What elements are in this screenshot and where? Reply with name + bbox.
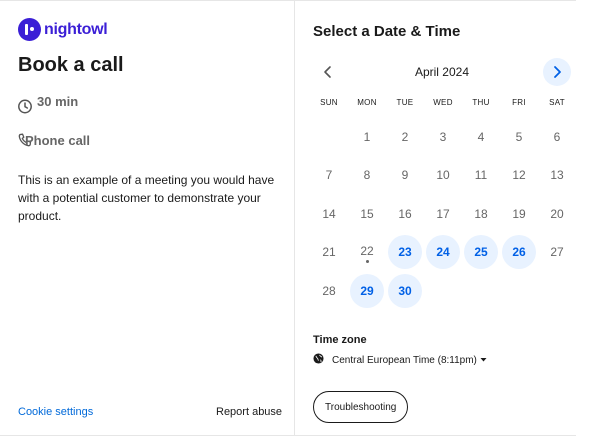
- calendar-day-number: 24: [436, 245, 450, 259]
- troubleshooting-button[interactable]: Troubleshooting: [313, 391, 409, 423]
- calendar-day-number: 8: [363, 168, 371, 182]
- calendar-day-27: 27: [540, 235, 574, 269]
- calendar-day-number: 4: [477, 130, 485, 144]
- calendar-day-number: 23: [398, 245, 412, 259]
- calendar-day-number: 19: [512, 207, 526, 221]
- calendar-day-number: 6: [553, 130, 561, 144]
- calendar-day-number: 28: [322, 284, 336, 298]
- event-duration: 30 min: [17, 94, 78, 114]
- booking-page: nightowl Book a call 30 min Phone call T…: [0, 0, 589, 437]
- calendar-day-16: 16: [388, 197, 422, 231]
- calendar-day-number: 22: [360, 244, 374, 258]
- calendar-day-15: 15: [350, 197, 384, 231]
- calendar-day-number: 18: [474, 207, 488, 221]
- calendar-day-30[interactable]: 30: [388, 274, 422, 308]
- calendar-day-number: 16: [398, 207, 412, 221]
- event-location: Phone call: [17, 132, 90, 148]
- calendar-day-5: 5: [502, 120, 536, 154]
- calendar-day-number: 5: [515, 130, 523, 144]
- cookie-settings-link[interactable]: Cookie settings: [18, 406, 93, 418]
- calendar-day-number: 21: [322, 245, 336, 259]
- calendar-day-24[interactable]: 24: [426, 235, 460, 269]
- calendar-day-number: 7: [325, 168, 333, 182]
- brand-name: nightowl: [44, 20, 108, 38]
- calendar-day-14: 14: [312, 197, 346, 231]
- calendar-day-number: 15: [360, 207, 374, 221]
- weekday-sat: SAT: [549, 98, 565, 107]
- event-title: Book a call: [18, 54, 124, 76]
- calendar-day-13: 13: [540, 158, 574, 192]
- calendar-day-22: 22: [350, 235, 384, 269]
- event-duration-text: 30 min: [37, 93, 79, 109]
- calendar-day-10: 10: [426, 158, 460, 192]
- calendar-day-number: 25: [474, 245, 488, 259]
- calendar-day-number: 1: [363, 130, 371, 144]
- calendar-day-number: 14: [322, 207, 336, 221]
- calendar-day-17: 17: [426, 197, 460, 231]
- event-details-panel: nightowl Book a call 30 min Phone call T…: [0, 1, 295, 435]
- weekday-wed: WED: [433, 98, 453, 107]
- calendar-day-18: 18: [464, 197, 498, 231]
- calendar-day-4: 4: [464, 120, 498, 154]
- calendar-day-number: 26: [512, 245, 526, 259]
- calendar-day-number: 30: [398, 284, 412, 298]
- calendar-day-number: 29: [360, 284, 374, 298]
- calendar-day-number: 20: [550, 207, 564, 221]
- calendar-day-2: 2: [388, 120, 422, 154]
- event-description: This is an example of a meeting you woul…: [18, 173, 275, 223]
- chevron-right-icon[interactable]: [543, 58, 571, 86]
- calendar-day-number: 10: [436, 168, 450, 182]
- weekday-thu: THU: [472, 98, 490, 107]
- calendar-day-26[interactable]: 26: [502, 235, 536, 269]
- calendar-day-11: 11: [464, 158, 498, 192]
- calendar-day-number: 11: [474, 168, 488, 182]
- event-location-text: Phone call: [25, 132, 91, 148]
- calendar-day-28: 28: [312, 274, 346, 308]
- calendar-day-number: 13: [550, 168, 564, 182]
- brand-logo[interactable]: nightowl: [18, 18, 108, 41]
- scheduler-heading: Select a Date & Time: [313, 23, 461, 40]
- month-navigation: April 2024: [296, 58, 576, 86]
- date-time-panel: Select a Date & Time April 2024 SUN MON TU…: [296, 1, 576, 435]
- caret-down-icon: [480, 355, 487, 366]
- timezone-label: Time zone: [313, 334, 367, 346]
- calendar-day-29[interactable]: 29: [350, 274, 384, 308]
- weekday-mon: MON: [357, 98, 377, 107]
- report-abuse-link[interactable]: Report abuse: [216, 406, 282, 418]
- weekday-tue: TUE: [396, 98, 414, 107]
- calendar-day-8: 8: [350, 158, 384, 192]
- calendar-day-number: 27: [550, 245, 564, 259]
- today-indicator: [366, 260, 369, 263]
- calendar-day-number: 2: [401, 130, 409, 144]
- timezone-value: Central European Time (8:11pm): [332, 354, 477, 366]
- globe-icon: [313, 353, 324, 367]
- timezone-select[interactable]: Central European Time (8:11pm): [313, 353, 487, 367]
- calendar-day-21: 21: [312, 235, 346, 269]
- calendar-day-25[interactable]: 25: [464, 235, 498, 269]
- calendar-day-1: 1: [350, 120, 384, 154]
- nightowl-logo-icon: [18, 18, 41, 41]
- calendar-day-number: 9: [401, 168, 409, 182]
- calendar-day-12: 12: [502, 158, 536, 192]
- calendar-day-3: 3: [426, 120, 460, 154]
- calendar-day-number: 3: [439, 130, 447, 144]
- weekday-fri: FRI: [512, 98, 526, 107]
- calendar-day-23[interactable]: 23: [388, 235, 422, 269]
- calendar-day-number: 17: [436, 207, 450, 221]
- bottom-divider: [0, 435, 576, 436]
- weekday-sun: SUN: [320, 98, 338, 107]
- calendar-day-6: 6: [540, 120, 574, 154]
- clock-icon: [17, 98, 33, 114]
- calendar-day-20: 20: [540, 197, 574, 231]
- calendar-day-9: 9: [388, 158, 422, 192]
- calendar-day-number: 12: [512, 168, 526, 182]
- calendar-day-7: 7: [312, 158, 346, 192]
- calendar-day-19: 19: [502, 197, 536, 231]
